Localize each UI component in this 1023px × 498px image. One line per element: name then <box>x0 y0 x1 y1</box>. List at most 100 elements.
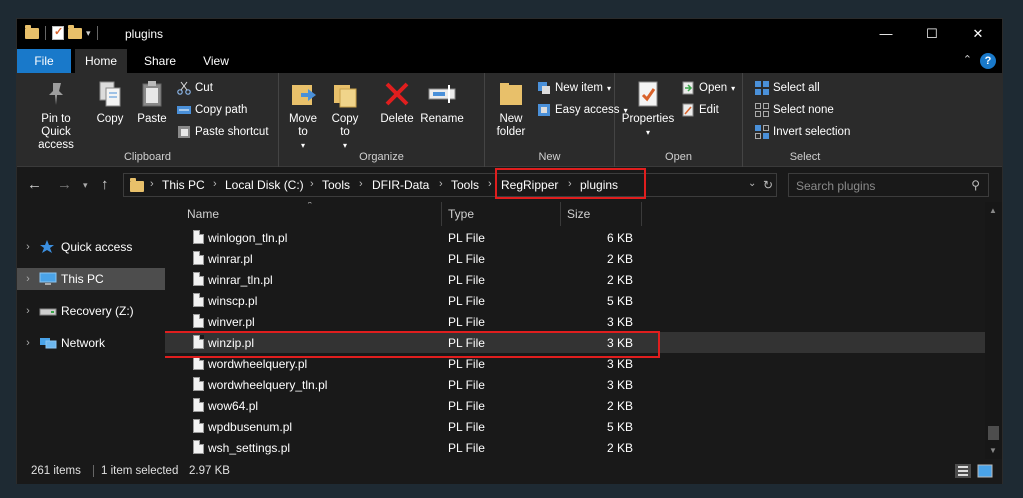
column-divider[interactable] <box>641 202 642 226</box>
customize-toolbar-icon[interactable]: ▾ <box>86 28 91 39</box>
select-all-button[interactable]: Select all <box>755 81 820 95</box>
expand-arrow-icon[interactable]: › <box>17 337 39 349</box>
properties-button[interactable]: Properties ▾ <box>619 79 677 139</box>
file-row[interactable]: winscp.pl PL File 5 KB <box>165 290 985 311</box>
properties-quick-icon[interactable] <box>52 25 64 40</box>
scroll-up-icon[interactable]: ▲ <box>989 206 997 215</box>
file-row[interactable]: winlogon_tln.pl PL File 6 KB <box>165 227 985 248</box>
expand-arrow-icon[interactable]: › <box>17 273 39 285</box>
column-divider[interactable] <box>441 202 442 226</box>
column-divider[interactable] <box>560 202 561 226</box>
file-row[interactable]: wsh_settings.pl PL File 2 KB <box>165 437 985 458</box>
move-to-dropdown-icon: ▾ <box>300 141 305 150</box>
forward-arrow-icon[interactable]: → <box>57 176 72 193</box>
search-icon[interactable]: ⚲ <box>971 178 980 192</box>
scroll-down-icon[interactable]: ▼ <box>989 446 997 455</box>
up-arrow-icon[interactable]: ↑ <box>101 176 109 193</box>
tab-view[interactable]: View <box>193 49 239 73</box>
invert-selection-button[interactable]: Invert selection <box>755 125 850 139</box>
open-button[interactable]: Open ▾ <box>681 81 735 95</box>
file-row[interactable]: winrar_tln.pl PL File 2 KB <box>165 269 985 290</box>
chevron-right-icon[interactable]: › <box>213 178 217 190</box>
rename-label: Rename <box>420 113 464 125</box>
file-type: PL File <box>448 315 485 329</box>
pin-to-quick-access-button[interactable]: Pin to Quick access <box>23 79 89 152</box>
easy-access-button[interactable]: Easy access ▾ <box>537 103 628 117</box>
chevron-right-icon[interactable]: › <box>359 178 363 190</box>
properties-label: Properties <box>621 113 675 125</box>
file-row[interactable]: winver.pl PL File 3 KB <box>165 311 985 332</box>
large-icons-view-icon[interactable] <box>977 464 993 478</box>
maximize-button[interactable]: ☐ <box>909 23 955 45</box>
move-to-button[interactable]: Move to ▾ <box>285 79 321 152</box>
file-icon <box>193 440 204 454</box>
copy-path-button[interactable]: Copy path <box>177 103 247 117</box>
breadcrumb-dfir-data[interactable]: DFIR-Data <box>372 178 429 192</box>
paste-shortcut-button[interactable]: Paste shortcut <box>177 125 269 139</box>
address-dropdown-icon[interactable]: ⌄ <box>748 178 756 189</box>
nav-item-recovery[interactable]: › Recovery (Z:) <box>17 300 165 322</box>
chevron-right-icon[interactable]: › <box>488 178 492 190</box>
breadcrumb-local-disk[interactable]: Local Disk (C:) <box>225 178 304 192</box>
close-button[interactable]: ✕ <box>955 23 1001 45</box>
file-row[interactable]: winrar.pl PL File 2 KB <box>165 248 985 269</box>
recent-locations-icon[interactable]: ▾ <box>83 180 88 191</box>
cut-button[interactable]: Cut <box>177 81 213 95</box>
file-row[interactable]: wordwheelquery_tln.pl PL File 3 KB <box>165 374 985 395</box>
expand-arrow-icon[interactable]: › <box>17 305 39 317</box>
file-name: wordwheelquery.pl <box>208 357 308 371</box>
nav-item-network[interactable]: › Network <box>17 332 165 354</box>
select-group: Select all Select none Invert selection … <box>743 73 867 167</box>
vertical-scrollbar[interactable]: ▲ ▼ <box>985 202 1002 459</box>
tab-home[interactable]: Home <box>75 49 127 73</box>
new-item-button[interactable]: New item ▾ <box>537 81 611 95</box>
chevron-right-icon[interactable]: › <box>439 178 443 190</box>
chevron-right-icon[interactable]: › <box>150 178 154 190</box>
file-type: PL File <box>448 420 485 434</box>
nav-item-quick-access[interactable]: › Quick access <box>17 236 165 258</box>
details-view-icon[interactable] <box>955 464 971 478</box>
collapse-ribbon-icon[interactable]: ⌃ <box>963 53 972 66</box>
tab-file[interactable]: File <box>17 49 71 73</box>
minimize-button[interactable]: — <box>863 23 909 45</box>
file-name: wow64.pl <box>208 399 259 413</box>
breadcrumb-tools-2[interactable]: Tools <box>451 178 479 192</box>
rename-icon <box>427 79 457 109</box>
refresh-icon[interactable]: ↻ <box>763 178 773 192</box>
new-folder-button[interactable]: New folder <box>491 79 531 139</box>
chevron-right-icon[interactable]: › <box>310 178 314 190</box>
clipboard-group-label: Clipboard <box>123 151 172 163</box>
search-box[interactable]: Search plugins ⚲ <box>788 173 989 197</box>
file-row[interactable]: wow64.pl PL File 2 KB <box>165 395 985 416</box>
column-header-type[interactable]: Type <box>448 202 558 226</box>
select-none-button[interactable]: Select none <box>755 103 834 117</box>
copy-button[interactable]: Copy <box>91 79 129 126</box>
breadcrumb-tools[interactable]: Tools <box>322 178 350 192</box>
file-icon <box>193 356 204 370</box>
rename-button[interactable]: Rename <box>419 79 465 126</box>
paste-button[interactable]: Paste <box>133 79 171 126</box>
new-item-icon <box>537 81 551 95</box>
file-type: PL File <box>448 231 485 245</box>
cut-label: Cut <box>195 82 213 94</box>
column-header-size[interactable]: Size <box>567 202 641 226</box>
file-row[interactable]: wpdbusenum.pl PL File 5 KB <box>165 416 985 437</box>
new-folder-quick-icon[interactable] <box>68 24 82 39</box>
address-bar[interactable]: › This PC › Local Disk (C:) › Tools › DF… <box>123 173 777 197</box>
drive-icon <box>39 304 57 318</box>
nav-item-this-pc[interactable]: › This PC <box>17 268 165 290</box>
delete-button[interactable]: Delete <box>377 79 417 126</box>
edit-button[interactable]: Edit <box>681 103 719 117</box>
expand-arrow-icon[interactable]: › <box>17 241 39 253</box>
paste-shortcut-label: Paste shortcut <box>195 126 269 138</box>
copy-to-button[interactable]: Copy to ▾ <box>327 79 363 152</box>
ribbon-tabs: File Home Share View ⌃ ? <box>17 49 1002 73</box>
column-header-name[interactable]: Name <box>187 202 441 226</box>
scrollbar-thumb[interactable] <box>988 426 999 440</box>
back-arrow-icon[interactable]: ← <box>27 176 42 193</box>
organize-group-label: Organize <box>359 151 404 163</box>
easy-access-label: Easy access <box>555 104 620 116</box>
help-icon[interactable]: ? <box>980 53 996 69</box>
breadcrumb-this-pc[interactable]: This PC <box>162 178 205 192</box>
tab-share[interactable]: Share <box>131 49 189 73</box>
